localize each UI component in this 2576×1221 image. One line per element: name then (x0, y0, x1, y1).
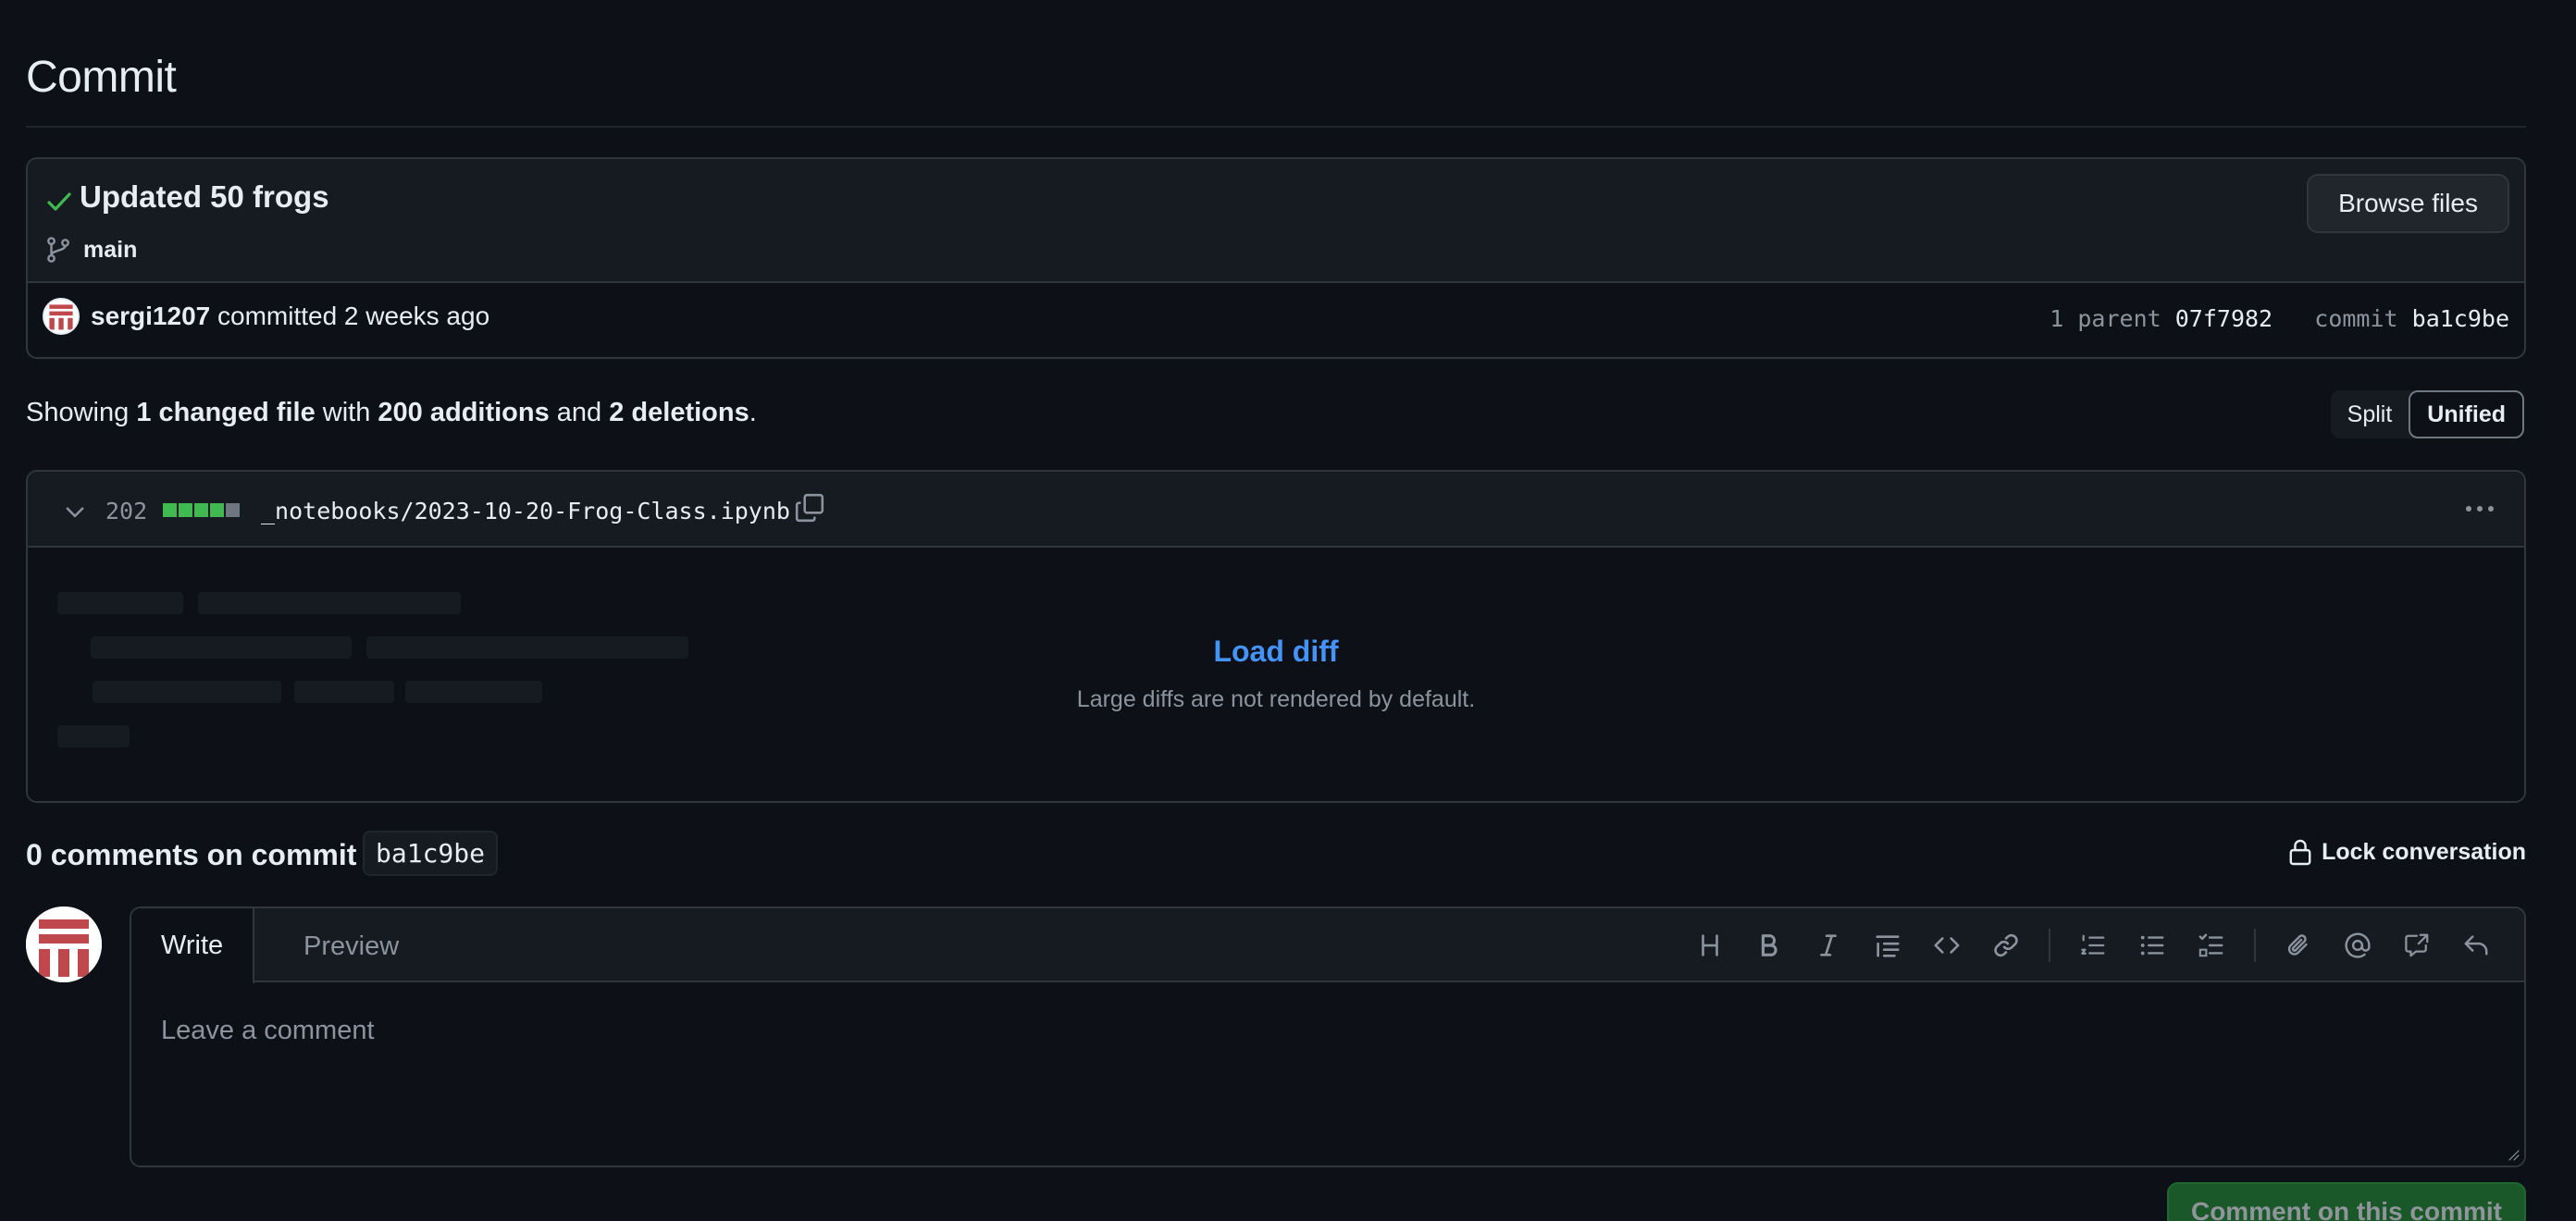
page-title: Commit (26, 53, 177, 102)
commit-header-box: Updated 50 frogs main Browse files sergi… (26, 157, 2526, 359)
summary-suffix: . (749, 398, 757, 427)
heading-button[interactable] (1680, 925, 1740, 966)
current-user-avatar[interactable] (26, 906, 102, 982)
comment-submit-button[interactable]: Comment on this commit (2166, 1182, 2526, 1221)
toolbar-divider (2254, 929, 2256, 962)
lock-conversation-label: Lock conversation (2322, 838, 2526, 865)
lock-icon (2289, 839, 2311, 866)
chevron-down-icon[interactable] (63, 500, 87, 524)
summary-files: 1 changed file (136, 398, 316, 427)
summary-with: with (322, 398, 371, 427)
summary-deletions: 2 deletions (609, 398, 749, 427)
code-icon (1934, 937, 1960, 954)
copy-icon[interactable] (794, 492, 825, 524)
comments-commit-sha: ba1c9be (363, 831, 499, 876)
skeleton-line (57, 592, 183, 614)
tab-preview[interactable]: Preview (274, 908, 428, 984)
task-list-icon (2198, 933, 2223, 957)
branch-icon (47, 237, 69, 263)
commit-sha-info: 1 parent 07f7982 commit ba1c9be (2050, 305, 2509, 332)
author-line: sergi1207 committed 2 weeks ago (91, 302, 489, 331)
toolbar-divider (2049, 929, 2050, 962)
commit-header: Updated 50 frogs main Browse files (28, 159, 2524, 283)
diffstat-block (194, 503, 208, 517)
editor-toolbar: Write Preview (131, 908, 2524, 984)
resize-handle-icon[interactable] (2506, 1147, 2520, 1162)
diffstat-block (226, 503, 240, 517)
load-diff-note: Large diffs are not rendered by default. (1076, 686, 1476, 712)
file-path[interactable]: _notebooks/2023-10-20-Frog-Class.ipynb (261, 498, 790, 524)
code-button[interactable] (1917, 925, 1976, 966)
identicon-icon (44, 300, 78, 333)
reply-button[interactable] (2446, 925, 2506, 966)
file-diff: 202 _notebooks/2023-10-20-Frog-Class.ipy… (26, 470, 2526, 803)
italic-button[interactable] (1799, 925, 1858, 966)
load-diff-link[interactable]: Load diff (28, 635, 2524, 669)
browse-files-button[interactable]: Browse files (2307, 174, 2509, 233)
mention-icon (2345, 932, 2371, 958)
bold-button[interactable] (1740, 925, 1799, 966)
identicon-icon (26, 906, 102, 982)
quote-button[interactable] (1858, 925, 1917, 966)
diffstat-bar (163, 503, 240, 517)
diff-summary: Showing 1 changed file with 200 addition… (26, 398, 757, 428)
avatar[interactable] (43, 298, 80, 335)
comment-editor: Write Preview (130, 906, 2526, 1167)
comments-heading: 0 comments on commit (26, 838, 357, 871)
diff-view-toggle: Split Unified (2328, 388, 2526, 440)
commit-message: Updated 50 frogs (80, 179, 329, 214)
summary-and: and (556, 398, 602, 427)
parent-label: 1 parent (2050, 305, 2161, 332)
parent-sha[interactable]: 07f7982 (2175, 305, 2273, 332)
summary-additions: 200 additions (378, 398, 550, 427)
unordered-list-icon (2140, 935, 2164, 956)
link-icon (1994, 933, 2018, 957)
commit-sha: ba1c9be (2411, 305, 2509, 332)
file-diff-header: 202 _notebooks/2023-10-20-Frog-Class.ipy… (28, 472, 2524, 548)
reply-icon (2464, 935, 2488, 956)
summary-prefix: Showing (26, 398, 130, 427)
attach-icon (2287, 934, 2308, 956)
changed-lines-count: 202 (105, 498, 148, 524)
commit-label: commit (2314, 305, 2398, 332)
comment-textarea[interactable] (131, 984, 2524, 1166)
split-view-button[interactable]: Split (2331, 390, 2409, 438)
mention-button[interactable] (2328, 925, 2387, 966)
task-list-button[interactable] (2182, 925, 2241, 966)
quote-icon (1876, 935, 1900, 957)
bold-icon (1761, 934, 1777, 956)
cross-reference-icon (2405, 933, 2429, 957)
diffstat-block (210, 503, 224, 517)
tab-write[interactable]: Write (131, 908, 255, 984)
italic-icon (1820, 934, 1837, 956)
kebab-horizontal-icon[interactable] (2461, 498, 2498, 520)
file-diff-body: Load diff Large diffs are not rendered b… (28, 548, 2524, 801)
commit-time: committed 2 weeks ago (217, 302, 490, 330)
check-icon (47, 192, 71, 211)
skeleton-line (57, 725, 130, 747)
attach-button[interactable] (2269, 925, 2328, 966)
lock-conversation-button[interactable]: Lock conversation (2288, 838, 2526, 866)
unordered-list-button[interactable] (2123, 925, 2182, 966)
ordered-list-icon (2081, 934, 2105, 955)
diffstat-block (163, 503, 177, 517)
diffstat-block (179, 503, 192, 517)
cross-reference-button[interactable] (2387, 925, 2446, 966)
branch-name[interactable]: main (83, 237, 137, 264)
ordered-list-button[interactable] (2063, 925, 2123, 966)
skeleton-line (198, 592, 461, 614)
link-button[interactable] (1976, 925, 2036, 966)
heading-icon (1702, 934, 1718, 956)
formatting-tools (1680, 925, 2506, 966)
title-divider (26, 126, 2526, 128)
commit-meta: sergi1207 committed 2 weeks ago 1 parent… (28, 283, 2524, 357)
unified-view-button[interactable]: Unified (2409, 390, 2524, 438)
author-name[interactable]: sergi1207 (91, 302, 210, 330)
